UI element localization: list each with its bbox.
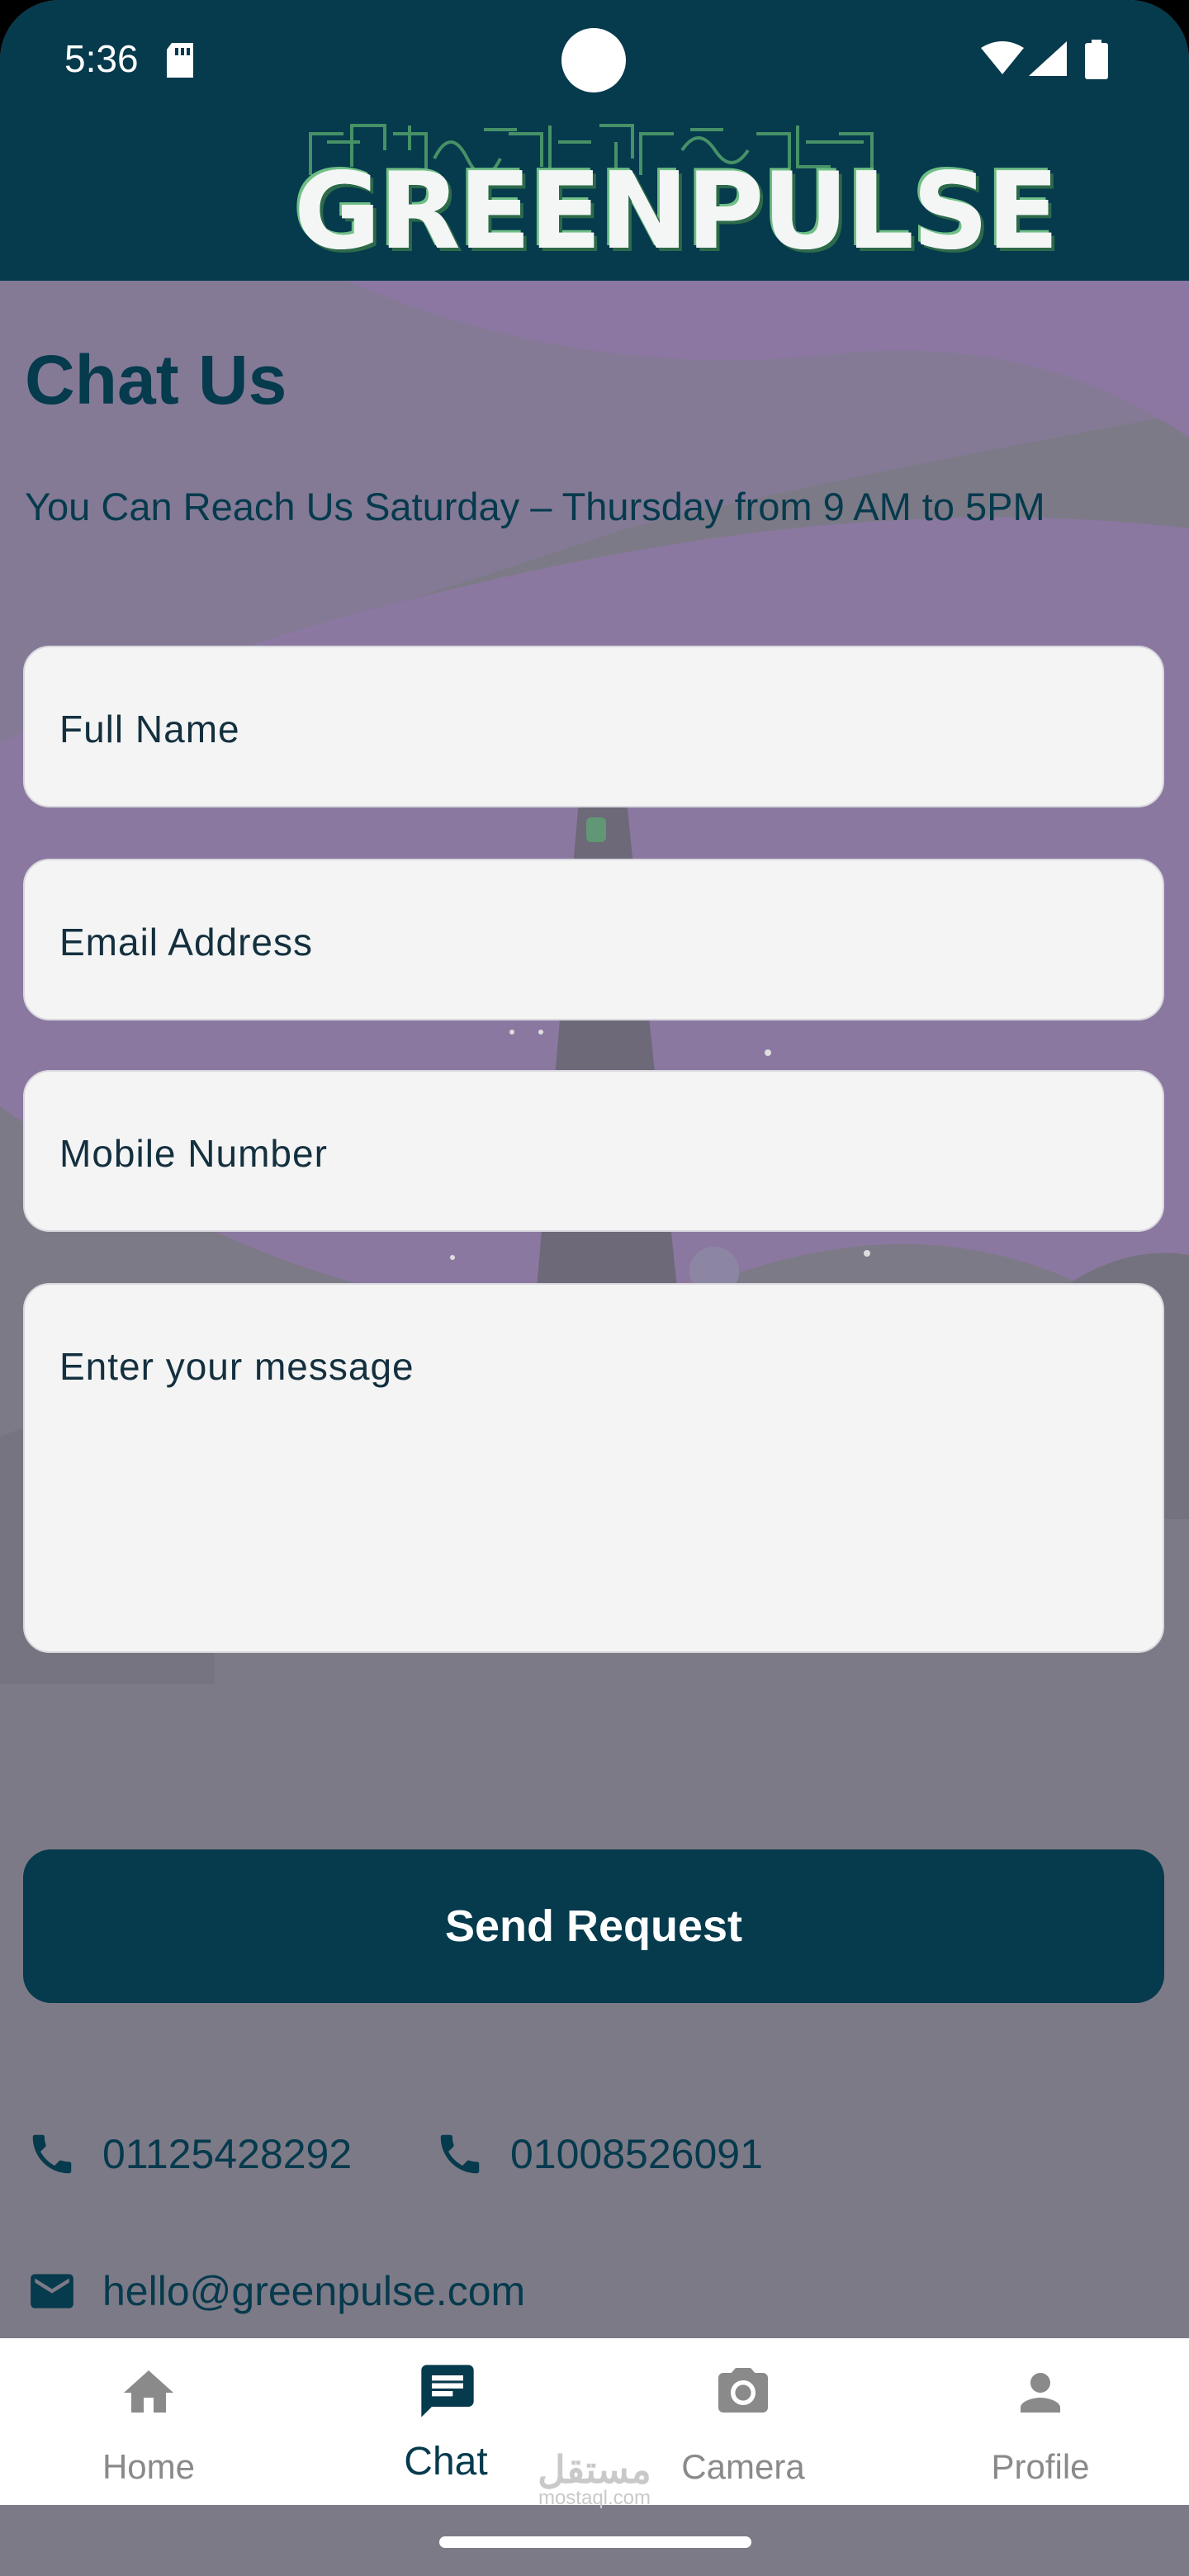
phone-icon [440,2134,480,2174]
nav-home[interactable]: Home [0,2338,297,2505]
nav-profile-label: Profile [991,2447,1090,2486]
logo-text: GREENPULSE [294,150,1059,273]
full-name-placeholder: Full Name [59,708,240,751]
phone-screen: 5:36 GREENPULSE Chat Us You Can Reach Us… [0,0,1189,2576]
phone-contact-2[interactable]: 01008526091 [434,2129,763,2180]
phone-contact-1[interactable]: 01125428292 [26,2129,352,2180]
email-contact[interactable]: hello@greenpulse.com [26,2266,525,2317]
message-placeholder: Enter your message [59,1345,414,1388]
email-placeholder: Email Address [59,921,314,964]
mobile-input[interactable]: Mobile Number [23,1070,1164,1232]
send-request-button[interactable]: Send Request [23,1849,1164,2003]
full-name-input[interactable]: Full Name [23,646,1164,807]
phone-icon [32,2134,72,2174]
phone-number-1: 01125428292 [102,2131,353,2177]
signal-icon [1029,41,1067,76]
message-textarea[interactable]: Enter your message [23,1283,1164,1653]
greenpulse-logo: GREENPULSE [294,117,1059,279]
availability-text: You Can Reach Us Saturday – Thursday fro… [25,485,1045,528]
contact-email: hello@greenpulse.com [102,2268,526,2314]
status-time: 5:36 [64,37,139,80]
nav-home-label: Home [102,2447,196,2486]
phone-number-2: 01008526091 [510,2131,763,2177]
email-input[interactable]: Email Address [23,859,1164,1020]
wifi-icon [981,41,1024,74]
mail-icon [31,2274,73,2308]
watermark: مستقل mostaql.com [520,2451,669,2508]
chat-content: Chat Us You Can Reach Us Saturday – Thur… [0,281,1189,2338]
mobile-placeholder: Mobile Number [59,1132,328,1175]
watermark-latin: mostaql.com [538,2487,651,2509]
battery-icon [1085,40,1108,79]
page-title: Chat Us [25,341,287,419]
camera-cutout [561,28,626,92]
camera-icon [718,2368,768,2413]
profile-icon [1021,2373,1060,2413]
gesture-bar[interactable] [439,2536,751,2548]
sd-card-icon [167,43,193,78]
app-header: 5:36 GREENPULSE [0,0,1189,281]
chat-icon [421,2365,474,2417]
watermark-arabic: مستقل [538,2448,651,2491]
home-icon [124,2370,173,2413]
nav-profile[interactable]: Profile [892,2338,1189,2505]
